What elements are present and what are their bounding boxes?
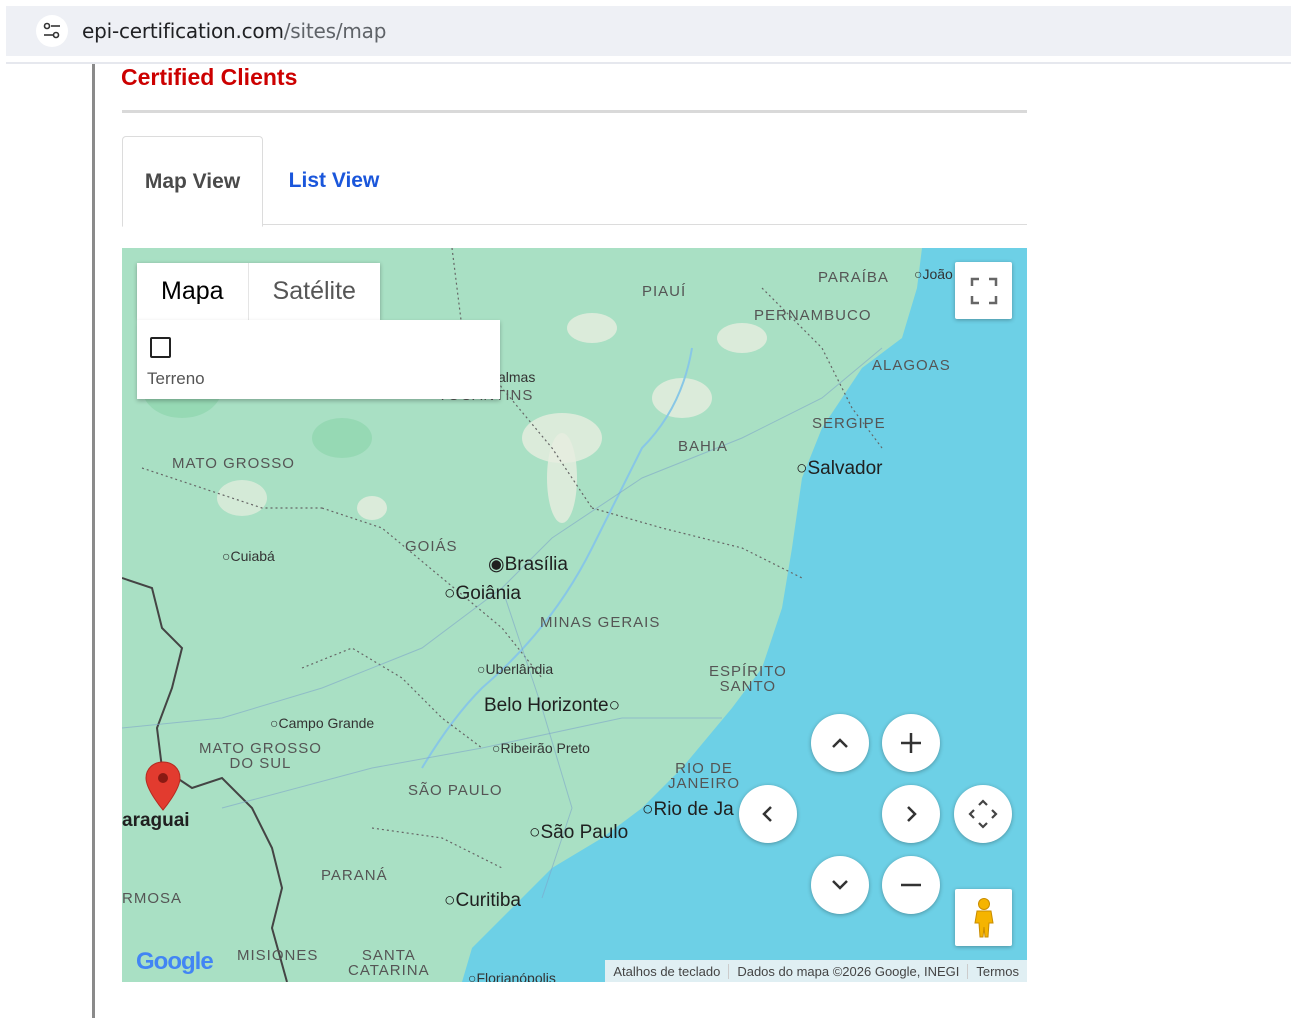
terrain-panel: Terreno: [137, 320, 500, 399]
city-label: ○São Paulo: [529, 822, 629, 843]
map-type-satellite-button[interactable]: Satélite: [249, 263, 380, 320]
left-border: [92, 64, 95, 1018]
state-label: SÃO PAULO: [408, 782, 503, 799]
chevron-up-icon: [832, 738, 848, 748]
state-label-line: JANEIRO: [668, 775, 741, 792]
city-name: Cuiabá: [230, 548, 275, 564]
map-data-text: Dados do mapa ©2026 Google, INEGI: [728, 963, 967, 979]
city-label: ○Goiânia: [444, 583, 521, 604]
state-label: MATO GROSSO DO SUL: [199, 741, 322, 771]
terrain-label: Terreno: [147, 369, 205, 388]
state-label: MISIONES: [237, 947, 319, 964]
state-label-line: CATARINA: [348, 962, 430, 979]
map-type-control: Mapa Satélite: [137, 263, 380, 320]
fullscreen-icon: [970, 277, 997, 304]
city-label: ○Rio de Ja: [642, 799, 734, 820]
state-label: ALAGOAS: [872, 357, 951, 374]
pan-up-button[interactable]: [811, 714, 869, 772]
city-name: Brasília: [504, 554, 568, 575]
map-canvas[interactable]: PARAÍBA PIAUÍ PERNAMBUCO ALAGOAS SERGIPE…: [122, 248, 1027, 982]
chevron-down-icon: [832, 880, 848, 890]
state-label: MATO GROSSO: [172, 455, 295, 472]
city-name: Florianópolis: [476, 970, 556, 982]
tab-map-view[interactable]: Map View: [122, 136, 263, 227]
pan-right-button[interactable]: [882, 785, 940, 843]
state-label: MINAS GERAIS: [540, 614, 661, 631]
city-name: Rio de Ja: [653, 799, 734, 820]
city-label: ○João: [914, 266, 953, 282]
city-label: ○Campo Grande: [270, 715, 375, 731]
url-text[interactable]: epi-certification.com/sites/map: [82, 19, 386, 43]
state-label: SERGIPE: [812, 415, 886, 432]
city-name: Ribeirão Preto: [500, 740, 590, 756]
city-name: Campo Grande: [278, 715, 375, 731]
city-label: ○Florianópolis: [468, 970, 556, 982]
city-name: Uberlândia: [485, 661, 554, 677]
fullscreen-button[interactable]: [955, 262, 1012, 319]
city-label: ○Cuiabá: [222, 548, 275, 564]
city-name: Belo Horizonte: [484, 695, 609, 716]
title-divider: [122, 110, 1027, 113]
url-domain: epi-certification.com: [82, 19, 284, 43]
state-label: RMOSA: [122, 890, 183, 907]
city-label: araguai: [122, 810, 190, 831]
camera-control-button[interactable]: [954, 785, 1012, 843]
plus-icon: [901, 733, 921, 753]
zoom-in-button[interactable]: [882, 714, 940, 772]
chevron-left-icon: [762, 806, 772, 822]
state-label: SANTA CATARINA: [348, 948, 430, 978]
view-tabs: Map View List View: [122, 136, 1027, 227]
city-label: ○Salvador: [796, 458, 883, 479]
pan-down-button[interactable]: [811, 856, 869, 914]
city-name: São Paulo: [540, 822, 629, 843]
city-label: ○Uberlândia: [477, 661, 554, 677]
city-name: João: [922, 266, 953, 282]
state-label: PARAÍBA: [818, 269, 889, 286]
state-label-line: SANTO: [719, 678, 777, 695]
city-name: Curitiba: [455, 890, 521, 911]
city-label: ○Ribeirão Preto: [492, 740, 590, 756]
location-pin-icon[interactable]: [144, 760, 182, 812]
terms-link[interactable]: Termos: [967, 963, 1027, 979]
state-label-line: DO SUL: [229, 755, 292, 772]
zoom-out-button[interactable]: [882, 856, 940, 914]
map-type-map-button[interactable]: Mapa: [137, 263, 249, 320]
city-label: almas: [498, 369, 536, 385]
state-label: PIAUÍ: [642, 283, 687, 300]
state-label: PERNAMBUCO: [754, 307, 872, 324]
city-label: Belo Horizonte○: [484, 695, 621, 716]
site-settings-icon[interactable]: [36, 15, 68, 47]
city-name: Salvador: [807, 458, 883, 479]
state-label: PARANÁ: [321, 867, 388, 884]
url-path: /sites/map: [283, 19, 387, 43]
pegman-icon: [973, 897, 994, 937]
street-view-button[interactable]: [955, 889, 1012, 946]
state-label: GOIÁS: [405, 538, 458, 555]
map-attribution-bar: Atalhos de teclado Dados do mapa ©2026 G…: [605, 960, 1027, 982]
state-label: RIO DE JANEIRO: [668, 761, 740, 791]
state-label: ESPÍRITO SANTO: [709, 664, 787, 694]
city-label: ◉Brasília: [488, 554, 568, 575]
page-title: Certified Clients: [121, 64, 298, 90]
terrain-checkbox[interactable]: [150, 337, 171, 358]
move-arrows-icon: [968, 799, 998, 829]
city-name: Goiânia: [455, 583, 521, 604]
minus-icon: [901, 883, 921, 887]
city-label: ○Curitiba: [444, 890, 521, 911]
keyboard-shortcuts-link[interactable]: Atalhos de teclado: [605, 964, 728, 979]
pan-left-button[interactable]: [739, 785, 797, 843]
google-logo: Google: [136, 948, 214, 976]
chevron-right-icon: [907, 806, 917, 822]
google-logo-text: Google: [136, 948, 214, 975]
address-bar[interactable]: epi-certification.com/sites/map: [6, 6, 1291, 56]
state-label: BAHIA: [678, 438, 729, 455]
tab-list-view[interactable]: List View: [264, 136, 404, 225]
